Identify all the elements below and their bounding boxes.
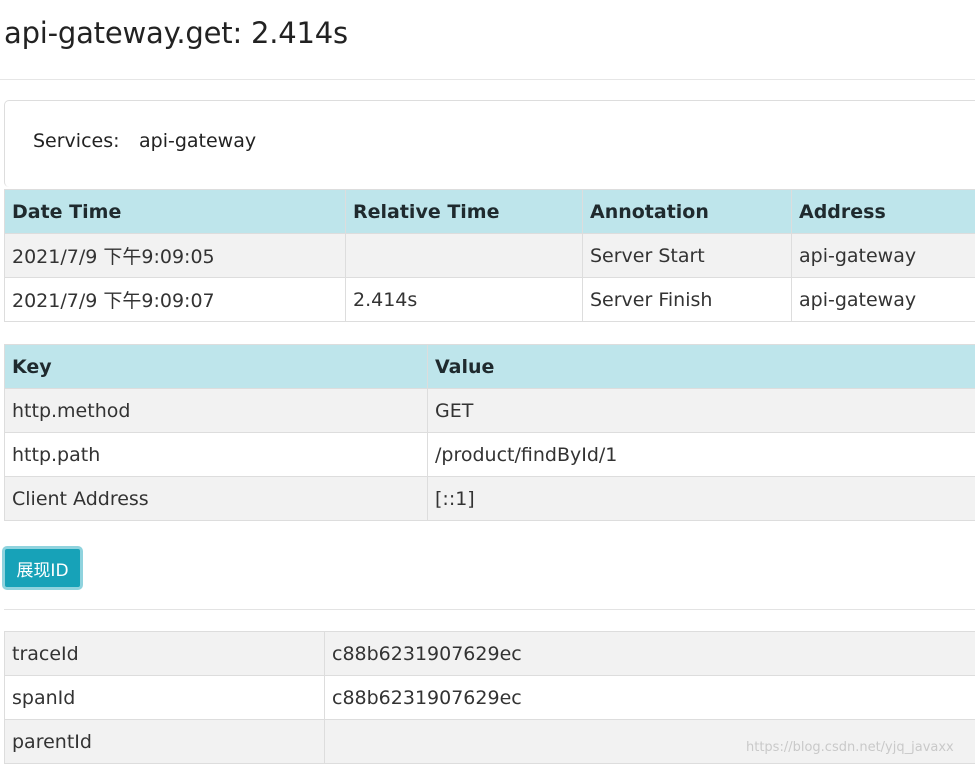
- tag-value: GET: [427, 388, 975, 433]
- annotation-row: 2021/7/9 下午9:09:07 2.414s Server Finish …: [4, 277, 975, 322]
- id-key: traceId: [4, 631, 325, 676]
- tag-value: /product/findById/1: [427, 432, 975, 477]
- annotation-date-time: 2021/7/9 下午9:09:07: [4, 277, 346, 322]
- id-row: traceId c88b6231907629ec: [4, 631, 975, 676]
- annotation-date-time: 2021/7/9 下午9:09:05: [4, 233, 346, 278]
- services-value: api-gateway: [139, 130, 257, 152]
- annotation-relative-time: 2.414s: [345, 277, 583, 322]
- section-divider: [4, 609, 975, 610]
- watermark-text: https://blog.csdn.net/yjq_javaxx: [746, 740, 954, 755]
- id-value: c88b6231907629ec: [324, 631, 975, 676]
- tags-table: Key Value http.method GET http.path /pro…: [4, 344, 975, 521]
- annotations-table: Date Time Relative Time Annotation Addre…: [4, 189, 975, 322]
- annotation-row: 2021/7/9 下午9:09:05 Server Start api-gate…: [4, 233, 975, 278]
- tag-key: http.path: [4, 432, 428, 477]
- tag-key: Client Address: [4, 476, 428, 521]
- tag-row: http.method GET: [4, 388, 975, 433]
- id-row: spanId c88b6231907629ec: [4, 675, 975, 720]
- id-key: spanId: [4, 675, 325, 720]
- column-header-value: Value: [427, 344, 975, 389]
- tag-row: Client Address [::1]: [4, 476, 975, 521]
- annotation-value: Server Finish: [582, 277, 792, 322]
- column-header-annotation: Annotation: [582, 189, 792, 234]
- id-value: c88b6231907629ec: [324, 675, 975, 720]
- annotation-value: Server Start: [582, 233, 792, 278]
- services-label: Services:: [33, 130, 120, 152]
- annotation-address: api-gateway: [791, 277, 975, 322]
- column-header-relative-time: Relative Time: [345, 189, 583, 234]
- annotations-header-row: Date Time Relative Time Annotation Addre…: [4, 189, 975, 234]
- tags-header-row: Key Value: [4, 344, 975, 389]
- column-header-key: Key: [4, 344, 428, 389]
- page-title: api-gateway.get: 2.414s: [4, 16, 348, 50]
- zipkin-span-detail-page: api-gateway.get: 2.414s Services: api-ga…: [0, 0, 975, 768]
- column-header-address: Address: [791, 189, 975, 234]
- column-header-date-time: Date Time: [4, 189, 346, 234]
- tag-key: http.method: [4, 388, 428, 433]
- id-key: parentId: [4, 719, 325, 764]
- tag-value: [::1]: [427, 476, 975, 521]
- title-divider: [0, 79, 975, 80]
- annotation-relative-time: [345, 233, 583, 278]
- tag-row: http.path /product/findById/1: [4, 432, 975, 477]
- show-id-button[interactable]: 展现ID: [2, 546, 83, 590]
- services-panel: Services: api-gateway: [4, 100, 975, 187]
- annotation-address: api-gateway: [791, 233, 975, 278]
